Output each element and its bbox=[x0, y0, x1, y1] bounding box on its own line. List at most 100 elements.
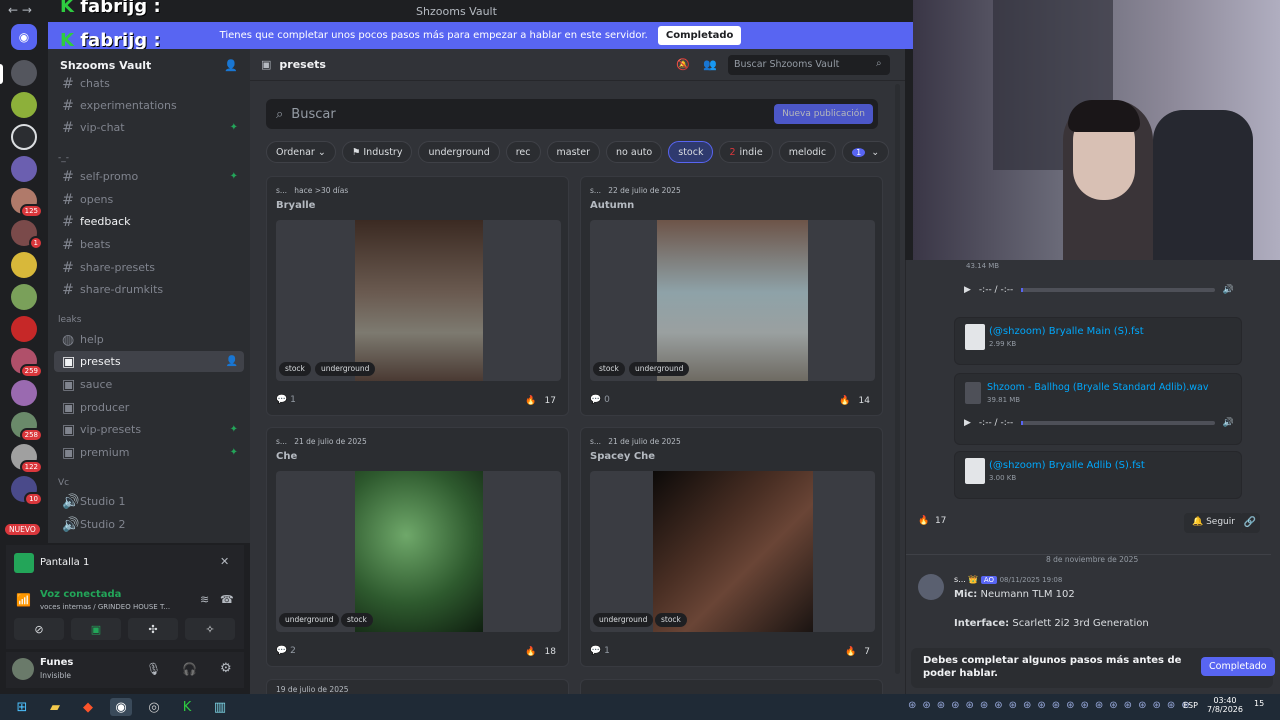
new-post-button[interactable]: Nueva publicación bbox=[774, 104, 873, 124]
follow-button[interactable]: 🔔 Seguir bbox=[1184, 513, 1243, 533]
noise-icon[interactable]: ≋ bbox=[200, 593, 209, 606]
server-icon[interactable] bbox=[11, 60, 37, 86]
sidebar-item-vip-chat[interactable]: # vip-chat ✦ bbox=[54, 117, 244, 138]
tag-industry[interactable]: ⚑ Industry bbox=[341, 141, 413, 163]
tag-master[interactable]: master bbox=[546, 141, 601, 163]
completed-button[interactable]: Completado bbox=[1201, 657, 1275, 676]
server-icon[interactable] bbox=[11, 380, 37, 406]
play-icon[interactable]: ▶ bbox=[964, 285, 971, 295]
headphones-icon[interactable]: 🎧 bbox=[182, 662, 197, 676]
server-icon[interactable]: 1 bbox=[11, 220, 43, 250]
server-icon[interactable]: 10 bbox=[11, 476, 43, 506]
sidebar-item-feedback[interactable]: # feedback bbox=[54, 211, 244, 232]
language-indicator[interactable]: ESP bbox=[1183, 701, 1198, 710]
voice-channel[interactable]: voces internas / GRINDEO HOUSE T... bbox=[40, 603, 170, 611]
sidebar-item-share-drumkits[interactable]: # share-drumkits bbox=[54, 279, 244, 300]
tag-rec[interactable]: rec bbox=[505, 141, 541, 163]
reaction-count[interactable]: 🔥 17 bbox=[525, 396, 556, 406]
file-name[interactable]: (@shzoom) Bryalle Adlib (S).fst bbox=[989, 460, 1145, 471]
sidebar-item-experimentations[interactable]: # experimentations bbox=[54, 95, 244, 116]
add-member-icon[interactable]: 👤 bbox=[224, 59, 238, 72]
sidebar-item-presets[interactable]: ▣ presets 👤 bbox=[54, 351, 244, 372]
discord-taskbar-icon[interactable]: ◉ bbox=[110, 698, 132, 716]
sidebar-item-help[interactable]: ◍ help bbox=[54, 329, 244, 350]
sidebar-item-studio-2[interactable]: 🔊 Studio 2 bbox=[54, 514, 244, 535]
user-name[interactable]: Funes bbox=[40, 657, 73, 668]
post-card[interactable]: s... 21 de julio de 2025 Che underground… bbox=[266, 427, 569, 667]
sidebar-item-chats[interactable]: # chats bbox=[54, 73, 244, 94]
server-icon[interactable] bbox=[11, 92, 37, 118]
scrollbar[interactable] bbox=[895, 84, 900, 674]
avatar[interactable] bbox=[12, 658, 34, 680]
forum-search-input[interactable]: ⌕ Buscar Nueva publicación bbox=[266, 99, 878, 129]
sidebar-item-studio-1[interactable]: 🔊 Studio 1 bbox=[54, 491, 244, 512]
soundboard-button[interactable]: ✧ bbox=[185, 618, 235, 640]
tray-icons[interactable]: ⊛⊛⊛⊛⊛⊛⊛⊛⊛⊛⊛⊛⊛⊛⊛⊛⊛⊛⊛⊛ bbox=[908, 700, 1196, 711]
server-icon[interactable]: 259 bbox=[11, 348, 43, 378]
windows-start-icon[interactable]: ⊞ bbox=[11, 698, 33, 716]
reaction-count[interactable]: 🔥 17 bbox=[918, 516, 946, 526]
activity-button[interactable]: ✣ bbox=[128, 618, 178, 640]
notification-badge[interactable]: 15 bbox=[1254, 699, 1264, 708]
post-card[interactable] bbox=[580, 679, 883, 694]
screen-share-button[interactable]: ▣ bbox=[71, 618, 121, 640]
reaction-count[interactable]: 🔥 18 bbox=[525, 647, 556, 657]
settings-icon[interactable]: ⚙ bbox=[220, 661, 232, 676]
tag-more-dropdown[interactable]: 1 ⌄ bbox=[842, 141, 890, 163]
server-icon[interactable] bbox=[11, 316, 37, 342]
sidebar-item-self-promo[interactable]: # self-promo ✦ bbox=[54, 166, 244, 187]
brave-icon[interactable]: ◆ bbox=[77, 698, 99, 716]
author-name[interactable]: s... bbox=[954, 575, 966, 584]
file-name[interactable]: Shzoom - Ballhog (Bryalle Standard Adlib… bbox=[987, 382, 1208, 393]
tag-melodic[interactable]: melodic bbox=[778, 141, 837, 163]
sidebar-item-beats[interactable]: # beats bbox=[54, 234, 244, 255]
volume-icon[interactable]: 🔊 bbox=[1223, 418, 1234, 428]
reaction-count[interactable]: 🔥 14 bbox=[839, 396, 870, 406]
sidebar-item-sauce[interactable]: ▣ sauce bbox=[54, 374, 244, 395]
nav-arrows[interactable]: ← → bbox=[8, 3, 32, 17]
reaction-count[interactable]: 🔥 7 bbox=[845, 647, 870, 657]
server-icon[interactable]: 122 bbox=[11, 444, 43, 474]
clock[interactable]: 03:40 7/8/2026 bbox=[1207, 696, 1243, 714]
post-card[interactable]: s... hace >30 días Bryalle stock undergr… bbox=[266, 176, 569, 416]
server-icon[interactable]: 258 bbox=[11, 412, 43, 442]
post-card[interactable]: s... 22 de julio de 2025 Autumn stock un… bbox=[580, 176, 883, 416]
obs-icon[interactable]: ◎ bbox=[143, 698, 165, 716]
server-icon[interactable] bbox=[11, 252, 37, 278]
avatar[interactable] bbox=[918, 574, 944, 600]
file-name[interactable]: (@shzoom) Bryalle Main (S).fst bbox=[989, 326, 1144, 337]
play-icon[interactable]: ▶ bbox=[964, 418, 971, 428]
audio-progress[interactable] bbox=[1021, 288, 1215, 292]
close-stream-icon[interactable]: ✕ bbox=[220, 555, 229, 568]
post-card[interactable]: 19 de julio de 2025 bbox=[266, 679, 569, 694]
post-card[interactable]: s... 21 de julio de 2025 Spacey Che unde… bbox=[580, 427, 883, 667]
file-explorer-icon[interactable]: ▰ bbox=[44, 698, 66, 716]
category-label[interactable]: Vc bbox=[58, 478, 69, 488]
file-attachment[interactable]: (@shzoom) Bryalle Main (S).fst 2.99 KB bbox=[954, 317, 1242, 365]
disconnect-icon[interactable]: ☎ bbox=[220, 593, 234, 606]
audio-player[interactable]: ▶ -:-- / -:-- 🔊 bbox=[964, 278, 1234, 302]
signal-icon[interactable]: 📶 bbox=[16, 593, 31, 607]
tag-underground[interactable]: underground bbox=[418, 141, 500, 163]
server-icon[interactable]: 125 bbox=[11, 188, 43, 218]
file-attachment[interactable]: (@shzoom) Bryalle Adlib (S).fst 3.00 KB bbox=[954, 451, 1242, 499]
kick-icon[interactable]: K bbox=[176, 698, 198, 716]
mic-icon[interactable]: 🎙 bbox=[146, 662, 161, 676]
sidebar-item-vip-presets[interactable]: ▣ vip-presets ✦ bbox=[54, 419, 244, 440]
sort-dropdown[interactable]: Ordenar ⌄ bbox=[266, 141, 336, 163]
audio-progress[interactable] bbox=[1021, 421, 1215, 425]
app-icon[interactable]: ▥ bbox=[209, 698, 231, 716]
link-icon[interactable]: 🔗 bbox=[1240, 513, 1260, 533]
sidebar-item-premium[interactable]: ▣ premium ✦ bbox=[54, 442, 244, 463]
sidebar-item-opens[interactable]: # opens bbox=[54, 189, 244, 210]
discord-home-icon[interactable]: ◉ bbox=[11, 24, 37, 50]
sidebar-item-share-presets[interactable]: # share-presets bbox=[54, 257, 244, 278]
voice-status[interactable]: Voz conectada bbox=[40, 589, 121, 600]
camera-off-button[interactable]: ⊘ bbox=[14, 618, 64, 640]
volume-icon[interactable]: 🔊 bbox=[1223, 285, 1234, 295]
completed-button[interactable]: Completado bbox=[657, 26, 742, 45]
mute-icon[interactable]: 🔕 bbox=[676, 58, 690, 71]
audio-player[interactable]: ▶ -:-- / -:-- 🔊 bbox=[964, 411, 1234, 435]
server-icon[interactable] bbox=[11, 156, 37, 182]
tag-no-auto[interactable]: no auto bbox=[606, 141, 663, 163]
